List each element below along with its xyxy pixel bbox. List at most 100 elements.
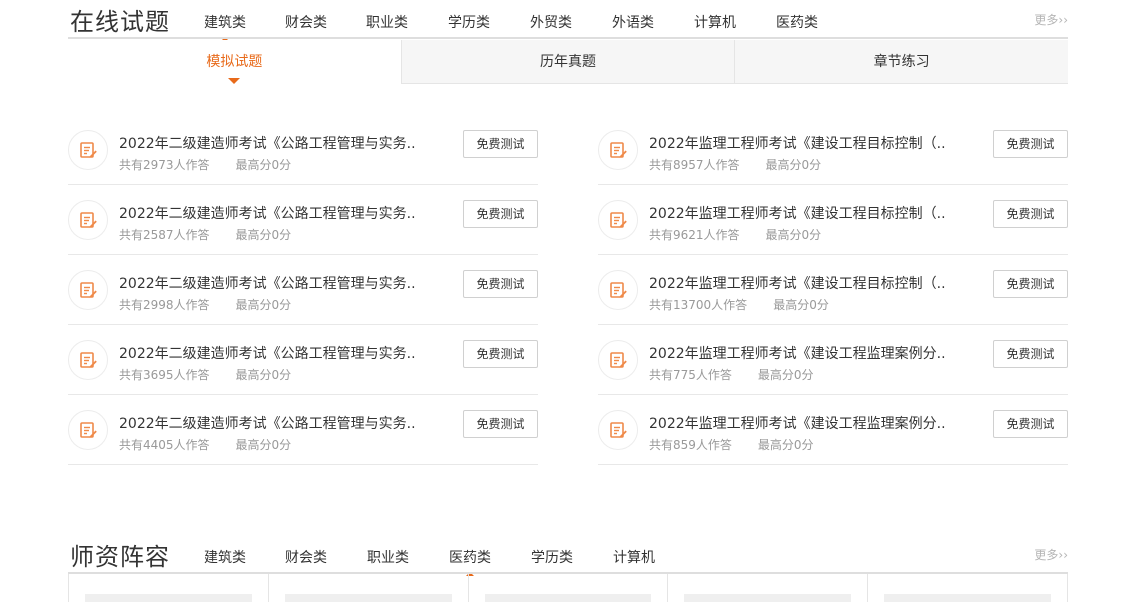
teacher-category-finance[interactable]: 财会类 (285, 547, 327, 567)
category-tab-computer[interactable]: 计算机 (694, 12, 736, 32)
tab-chapter-practice[interactable]: 章节练习 (734, 40, 1069, 84)
teacher-photo (284, 594, 452, 602)
exam-list-item: 2022年监理工程师考试《建设工程目标控制（.. 共有9621人作答 最高分0分 免费… (598, 185, 1068, 255)
exam-title[interactable]: 2022年监理工程师考试《建设工程监理案例分.. (649, 343, 949, 363)
exam-paper-icon (68, 200, 108, 240)
exam-paper-icon (598, 200, 638, 240)
exam-meta: 共有4405人作答 最高分0分 (119, 436, 291, 453)
exam-title[interactable]: 2022年二级建造师考试《公路工程管理与实务.. (119, 413, 419, 433)
exam-list-item: 2022年监理工程师考试《建设工程目标控制（.. 共有8957人作答 最高分0分 免费… (598, 115, 1068, 185)
tab-mock-exam[interactable]: 模拟试题 (68, 40, 401, 84)
exam-top-score: 最高分0分 (757, 438, 814, 452)
exam-paper-icon (68, 270, 108, 310)
exam-list-right: 2022年监理工程师考试《建设工程目标控制（.. 共有8957人作答 最高分0分 免费… (598, 115, 1068, 465)
exam-takers-count: 共有2973人作答 (119, 158, 210, 172)
teachers-header: 师资阵容 建筑类 财会类 职业类 医药类 学历类 计算机 更多›› (68, 535, 1068, 576)
category-tab-finance[interactable]: 财会类 (285, 12, 327, 32)
exam-title[interactable]: 2022年二级建造师考试《公路工程管理与实务.. (119, 203, 419, 223)
teacher-category-academic[interactable]: 学历类 (531, 547, 573, 567)
exam-paper-icon (68, 130, 108, 170)
exam-takers-count: 共有13700人作答 (649, 298, 748, 312)
exam-takers-count: 共有775人作答 (649, 368, 732, 382)
teachers-title: 师资阵容 (70, 543, 170, 571)
exam-paper-icon (598, 270, 638, 310)
section-divider (68, 37, 1068, 39)
exam-title[interactable]: 2022年二级建造师考试《公路工程管理与实务.. (119, 273, 419, 293)
category-tab-trade[interactable]: 外贸类 (530, 12, 572, 32)
online-exam-category-nav: 建筑类 财会类 职业类 学历类 外贸类 外语类 计算机 医药类 (204, 12, 818, 41)
exam-meta: 共有13700人作答 最高分0分 (649, 296, 829, 313)
free-test-button[interactable]: 免费测试 (463, 270, 538, 298)
exam-paper-icon (68, 340, 108, 380)
exam-meta: 共有2998人作答 最高分0分 (119, 296, 291, 313)
exam-list-left: 2022年二级建造师考试《公路工程管理与实务.. 共有2973人作答 最高分0分 免费… (68, 115, 538, 465)
teacher-card[interactable] (267, 574, 468, 602)
exam-type-tabs: 模拟试题 历年真题 章节练习 (68, 40, 1069, 84)
teacher-category-computer[interactable]: 计算机 (613, 547, 655, 567)
tab-past-papers[interactable]: 历年真题 (400, 40, 735, 84)
online-exam-more-link[interactable]: 更多›› (1034, 11, 1068, 28)
free-test-button[interactable]: 免费测试 (993, 130, 1068, 158)
exam-list-item: 2022年监理工程师考试《建设工程目标控制（.. 共有13700人作答 最高分0分 免… (598, 255, 1068, 325)
teacher-card[interactable] (68, 574, 268, 602)
teacher-card-row (68, 574, 1068, 602)
exam-takers-count: 共有2587人作答 (119, 228, 210, 242)
exam-paper-icon (598, 410, 638, 450)
exam-paper-icon (68, 410, 108, 450)
exam-meta: 共有2587人作答 最高分0分 (119, 226, 291, 243)
exam-list-item: 2022年二级建造师考试《公路工程管理与实务.. 共有4405人作答 最高分0分 免费… (68, 395, 538, 465)
teachers-more-link[interactable]: 更多›› (1034, 546, 1068, 563)
exam-title[interactable]: 2022年二级建造师考试《公路工程管理与实务.. (119, 133, 419, 153)
exam-takers-count: 共有3695人作答 (119, 368, 210, 382)
free-test-button[interactable]: 免费测试 (993, 270, 1068, 298)
teacher-card[interactable] (467, 574, 668, 602)
exam-takers-count: 共有9621人作答 (649, 228, 740, 242)
exam-top-score: 最高分0分 (773, 298, 829, 312)
exam-list-item: 2022年二级建造师考试《公路工程管理与实务.. 共有2998人作答 最高分0分 免费… (68, 255, 538, 325)
exam-takers-count: 共有8957人作答 (649, 158, 740, 172)
category-tab-language[interactable]: 外语类 (612, 12, 654, 32)
exam-meta: 共有859人作答 最高分0分 (649, 436, 814, 453)
exam-meta: 共有9621人作答 最高分0分 (649, 226, 821, 243)
exam-meta: 共有3695人作答 最高分0分 (119, 366, 291, 383)
exam-top-score: 最高分0分 (235, 158, 292, 172)
teacher-photo (884, 594, 1051, 602)
exam-top-score: 最高分0分 (757, 368, 814, 382)
teacher-category-medicine[interactable]: 医药类 (449, 547, 491, 576)
category-tab-vocational[interactable]: 职业类 (366, 12, 408, 32)
teacher-photo (684, 594, 852, 602)
exam-title[interactable]: 2022年二级建造师考试《公路工程管理与实务.. (119, 343, 419, 363)
exam-takers-count: 共有2998人作答 (119, 298, 210, 312)
category-tab-medicine[interactable]: 医药类 (776, 12, 818, 32)
exam-top-score: 最高分0分 (765, 228, 822, 242)
exam-title[interactable]: 2022年监理工程师考试《建设工程目标控制（.. (649, 133, 949, 153)
exam-paper-icon (598, 340, 638, 380)
category-tab-academic[interactable]: 学历类 (448, 12, 490, 32)
free-test-button[interactable]: 免费测试 (993, 340, 1068, 368)
free-test-button[interactable]: 免费测试 (463, 410, 538, 438)
online-exam-header: 在线试题 建筑类 财会类 职业类 学历类 外贸类 外语类 计算机 医药类 更多›… (68, 0, 1068, 41)
online-exam-title: 在线试题 (70, 8, 170, 36)
exam-list-item: 2022年二级建造师考试《公路工程管理与实务.. 共有3695人作答 最高分0分 免费… (68, 325, 538, 395)
teacher-category-building[interactable]: 建筑类 (204, 547, 246, 567)
exam-title[interactable]: 2022年监理工程师考试《建设工程目标控制（.. (649, 203, 949, 223)
exam-paper-icon (598, 130, 638, 170)
teacher-photo (85, 594, 252, 602)
teacher-category-vocational[interactable]: 职业类 (367, 547, 409, 567)
exam-takers-count: 共有859人作答 (649, 438, 732, 452)
teacher-card[interactable] (867, 574, 1068, 602)
free-test-button[interactable]: 免费测试 (993, 410, 1068, 438)
teacher-card[interactable] (667, 574, 867, 602)
exam-title[interactable]: 2022年监理工程师考试《建设工程目标控制（.. (649, 273, 949, 293)
exam-top-score: 最高分0分 (235, 228, 292, 242)
teacher-photo (484, 594, 652, 602)
exam-takers-count: 共有4405人作答 (119, 438, 210, 452)
category-tab-building[interactable]: 建筑类 (204, 12, 246, 41)
exam-title[interactable]: 2022年监理工程师考试《建设工程监理案例分.. (649, 413, 949, 433)
exam-top-score: 最高分0分 (235, 438, 292, 452)
free-test-button[interactable]: 免费测试 (463, 200, 538, 228)
free-test-button[interactable]: 免费测试 (993, 200, 1068, 228)
exam-top-score: 最高分0分 (235, 368, 292, 382)
free-test-button[interactable]: 免费测试 (463, 130, 538, 158)
free-test-button[interactable]: 免费测试 (463, 340, 538, 368)
